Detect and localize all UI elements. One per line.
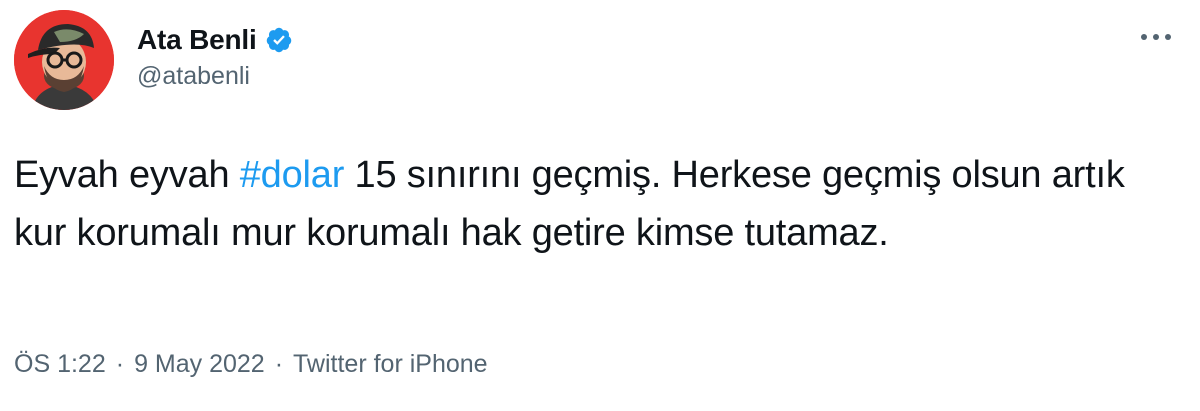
user-handle[interactable]: @atabenli — [137, 62, 250, 91]
more-options-icon[interactable] — [1136, 22, 1176, 52]
verified-badge-icon — [265, 26, 293, 54]
avatar-image — [14, 10, 114, 110]
tweet-date-link[interactable]: 9 May 2022 — [134, 350, 265, 379]
avatar[interactable] — [14, 10, 114, 110]
display-name[interactable]: Ata Benli — [137, 24, 257, 56]
meta-separator: · — [115, 350, 125, 378]
author-name-row: Ata Benli — [137, 22, 293, 58]
meta-separator: · — [274, 350, 284, 378]
tweet-card: Ata Benli @atabenli Eyvah eyvah #dolar 1… — [0, 0, 1200, 411]
hashtag-link[interactable]: #dolar — [240, 154, 345, 196]
tweet-meta: ÖS 1:22 · 9 May 2022 · Twitter for iPhon… — [14, 350, 488, 379]
tweet-text: Eyvah eyvah #dolar 15 sınırını geçmiş. H… — [14, 146, 1184, 262]
tweet-time-link[interactable]: ÖS 1:22 — [14, 350, 106, 379]
tweet-text-before: Eyvah eyvah — [14, 154, 240, 196]
tweet-source-link[interactable]: Twitter for iPhone — [293, 350, 488, 379]
